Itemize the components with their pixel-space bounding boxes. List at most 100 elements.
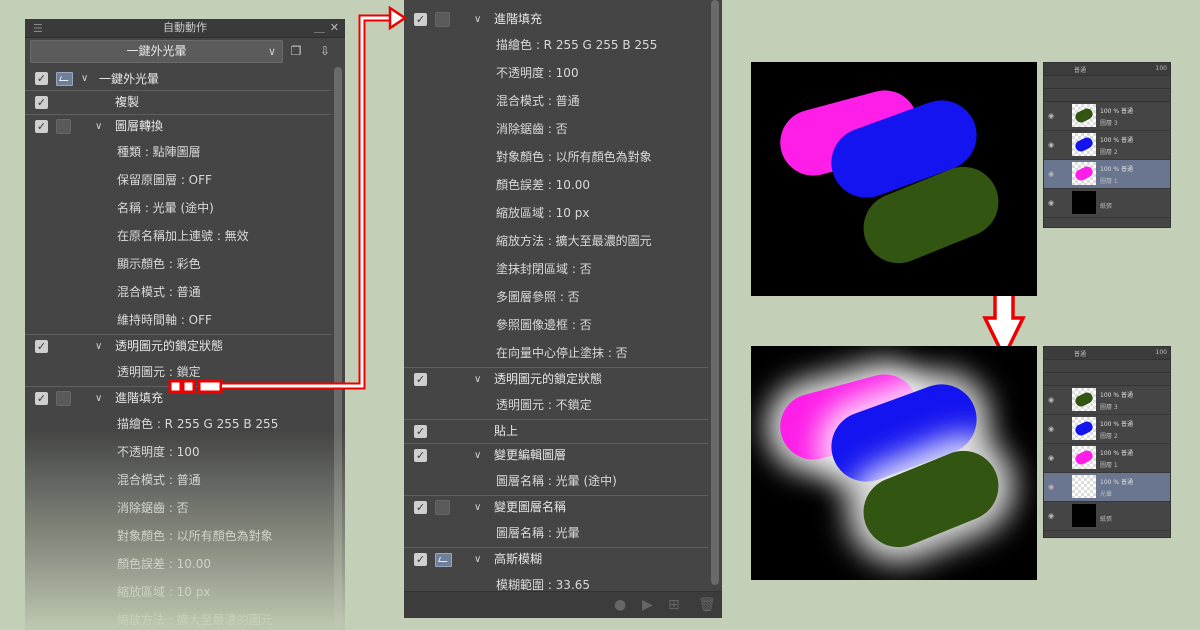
list-item[interactable]: 維持時間軸 : OFF bbox=[25, 306, 331, 334]
list-item[interactable]: 名稱 : 光暈 (途中) bbox=[25, 194, 331, 222]
dialog-toggle-icon[interactable] bbox=[56, 390, 71, 406]
layer-row[interactable]: ◉ 100 % 普通 圖層 2 bbox=[1044, 415, 1170, 444]
layer-row[interactable]: ◉ 紙張 bbox=[1044, 502, 1170, 531]
layer-row[interactable]: ◉ 100 % 普通 圖層 1 bbox=[1044, 444, 1170, 473]
list-item[interactable]: 多圖層參照 : 否 bbox=[404, 283, 708, 311]
list-item[interactable]: ✓ ∨ 變更圖層名稱 bbox=[404, 495, 708, 519]
eye-icon[interactable]: ◉ bbox=[1048, 112, 1054, 120]
expand-icon[interactable]: ∨ bbox=[95, 387, 102, 410]
close-icon[interactable]: ✕ bbox=[330, 19, 339, 37]
list-item[interactable]: 縮放方法 : 擴大至最濃的圖元 bbox=[25, 606, 331, 630]
dialog-toggle-icon[interactable] bbox=[56, 118, 71, 134]
list-item[interactable]: 種類 : 點陣圖層 bbox=[25, 138, 331, 166]
list-item[interactable]: ✓ ∨ 高斯模糊 bbox=[404, 547, 708, 571]
layer-row[interactable]: ◉ 100 % 普通 圖層 3 bbox=[1044, 102, 1170, 131]
grip-icon[interactable]: ☰ bbox=[33, 20, 43, 38]
list-item[interactable]: 顯示顏色 : 彩色 bbox=[25, 250, 331, 278]
dialog-toggle-icon[interactable] bbox=[435, 552, 452, 567]
list-item-highlighted[interactable]: ✓ ∨ 進階填充 bbox=[25, 386, 331, 410]
list-item[interactable]: ✓ ∨ 圖層轉換 bbox=[25, 114, 331, 138]
list-item[interactable]: 透明圖元 : 不鎖定 bbox=[404, 391, 708, 419]
new-set-icon[interactable]: ❐ bbox=[288, 43, 304, 59]
enable-checkbox[interactable]: ✓ bbox=[414, 12, 427, 26]
eye-icon[interactable]: ◉ bbox=[1048, 199, 1054, 207]
list-item[interactable]: 消除鋸齒 : 否 bbox=[25, 494, 331, 522]
list-item[interactable]: 描繪色 : R 255 G 255 B 255 bbox=[404, 31, 708, 59]
enable-checkbox[interactable]: ✓ bbox=[414, 424, 427, 438]
action-set-dropdown[interactable]: 一鍵外光暈 ∨ bbox=[30, 40, 283, 63]
blend-mode-select[interactable]: 普通 bbox=[1074, 65, 1086, 74]
expand-icon[interactable]: ∨ bbox=[474, 496, 481, 519]
list-item[interactable]: 縮放區域 : 10 px bbox=[404, 199, 708, 227]
list-item[interactable]: 透明圖元 : 鎖定 bbox=[25, 358, 331, 386]
list-item[interactable]: 不透明度 : 100 bbox=[404, 59, 708, 87]
eye-icon[interactable]: ◉ bbox=[1048, 483, 1054, 491]
list-item[interactable]: ✓ ∨ 進階填充 bbox=[404, 8, 708, 31]
list-item[interactable]: 塗抹封閉區域 : 否 bbox=[404, 255, 708, 283]
list-item[interactable]: 參照圖像邊框 : 否 bbox=[404, 311, 708, 339]
eye-icon[interactable]: ◉ bbox=[1048, 170, 1054, 178]
enable-checkbox[interactable]: ✓ bbox=[35, 391, 48, 405]
eye-icon[interactable]: ◉ bbox=[1048, 141, 1054, 149]
list-item[interactable]: ✓ ∨ 透明圖元的鎖定狀態 bbox=[404, 367, 708, 391]
layer-row[interactable]: ◉ 100 % 普通 圖層 3 bbox=[1044, 386, 1170, 415]
enable-checkbox[interactable]: ✓ bbox=[35, 339, 48, 353]
dialog-toggle-icon[interactable] bbox=[56, 72, 73, 86]
opacity-value[interactable]: 100 bbox=[1156, 65, 1167, 72]
list-item[interactable]: ✓ 複製 bbox=[25, 90, 331, 114]
scrollbar[interactable] bbox=[711, 0, 719, 585]
list-item[interactable]: ✓ ∨ 一鍵外光暈 bbox=[25, 68, 331, 90]
list-item[interactable]: 混合模式 : 普通 bbox=[25, 278, 331, 306]
expand-icon[interactable]: ∨ bbox=[474, 368, 481, 391]
list-item[interactable]: 在向量中心停止塗抹 : 否 bbox=[404, 339, 708, 367]
blend-mode-select[interactable]: 普通 bbox=[1074, 349, 1086, 358]
enable-checkbox[interactable]: ✓ bbox=[414, 500, 427, 514]
list-item[interactable]: 顏色誤差 : 10.00 bbox=[25, 550, 331, 578]
eye-icon[interactable]: ◉ bbox=[1048, 512, 1054, 520]
expand-icon[interactable]: ∨ bbox=[81, 68, 88, 90]
enable-checkbox[interactable]: ✓ bbox=[35, 119, 48, 133]
import-icon[interactable]: ⇩ bbox=[317, 43, 333, 59]
dialog-toggle-icon[interactable] bbox=[435, 499, 450, 515]
eye-icon[interactable]: ◉ bbox=[1048, 425, 1054, 433]
eye-icon[interactable]: ◉ bbox=[1048, 396, 1054, 404]
scrollbar[interactable] bbox=[334, 67, 342, 627]
stop-icon[interactable]: ● bbox=[614, 597, 626, 613]
list-item[interactable]: 對象顏色 : 以所有顏色為對象 bbox=[25, 522, 331, 550]
layer-row-selected[interactable]: ◉ 100 % 普通 圖層 1 bbox=[1044, 160, 1170, 189]
list-item[interactable]: 圖層名稱 : 光暈 bbox=[404, 519, 708, 547]
list-item[interactable]: 縮放區域 : 10 px bbox=[25, 578, 331, 606]
list-item[interactable]: 縮放方法 : 擴大至最濃的圖元 bbox=[404, 227, 708, 255]
expand-icon[interactable]: ∨ bbox=[474, 548, 481, 571]
list-item[interactable]: 顏色誤差 : 10.00 bbox=[404, 171, 708, 199]
list-item[interactable]: 描繪色 : R 255 G 255 B 255 bbox=[25, 410, 331, 438]
layer-row[interactable]: ◉ 紙張 bbox=[1044, 189, 1170, 218]
list-item[interactable]: 對象顏色 : 以所有顏色為對象 bbox=[404, 143, 708, 171]
list-item[interactable]: ✓ 貼上 bbox=[404, 419, 708, 443]
enable-checkbox[interactable]: ✓ bbox=[35, 95, 48, 109]
expand-icon[interactable]: ∨ bbox=[95, 115, 102, 138]
enable-checkbox[interactable]: ✓ bbox=[414, 552, 427, 566]
list-item[interactable]: ✓ ∨ 變更編輯圖層 bbox=[404, 443, 708, 467]
expand-icon[interactable]: ∨ bbox=[474, 8, 481, 31]
add-action-icon[interactable]: ⊞ bbox=[668, 597, 680, 613]
enable-checkbox[interactable]: ✓ bbox=[414, 448, 427, 462]
list-item[interactable]: 混合模式 : 普通 bbox=[25, 466, 331, 494]
layer-row[interactable]: ◉ 100 % 普通 圖層 2 bbox=[1044, 131, 1170, 160]
list-item[interactable]: 在原名稱加上連號 : 無效 bbox=[25, 222, 331, 250]
trash-icon[interactable]: 🗑 bbox=[698, 597, 716, 613]
layer-row-selected[interactable]: ◉ 100 % 普通 光暈 bbox=[1044, 473, 1170, 502]
list-item[interactable]: ✓ ∨ 透明圖元的鎖定狀態 bbox=[25, 334, 331, 358]
list-item[interactable]: 混合模式 : 普通 bbox=[404, 87, 708, 115]
play-icon[interactable]: ▶ bbox=[642, 597, 653, 613]
expand-icon[interactable]: ∨ bbox=[95, 335, 102, 358]
list-item[interactable]: 不透明度 : 100 bbox=[25, 438, 331, 466]
eye-icon[interactable]: ◉ bbox=[1048, 454, 1054, 462]
expand-icon[interactable]: ∨ bbox=[474, 444, 481, 467]
enable-checkbox[interactable]: ✓ bbox=[35, 72, 48, 85]
list-item[interactable]: 圖層名稱 : 光暈 (途中) bbox=[404, 467, 708, 495]
minimize-icon[interactable]: ＿ bbox=[314, 19, 325, 37]
opacity-value[interactable]: 100 bbox=[1156, 349, 1167, 356]
list-item[interactable]: 保留原圖層 : OFF bbox=[25, 166, 331, 194]
enable-checkbox[interactable]: ✓ bbox=[414, 372, 427, 386]
